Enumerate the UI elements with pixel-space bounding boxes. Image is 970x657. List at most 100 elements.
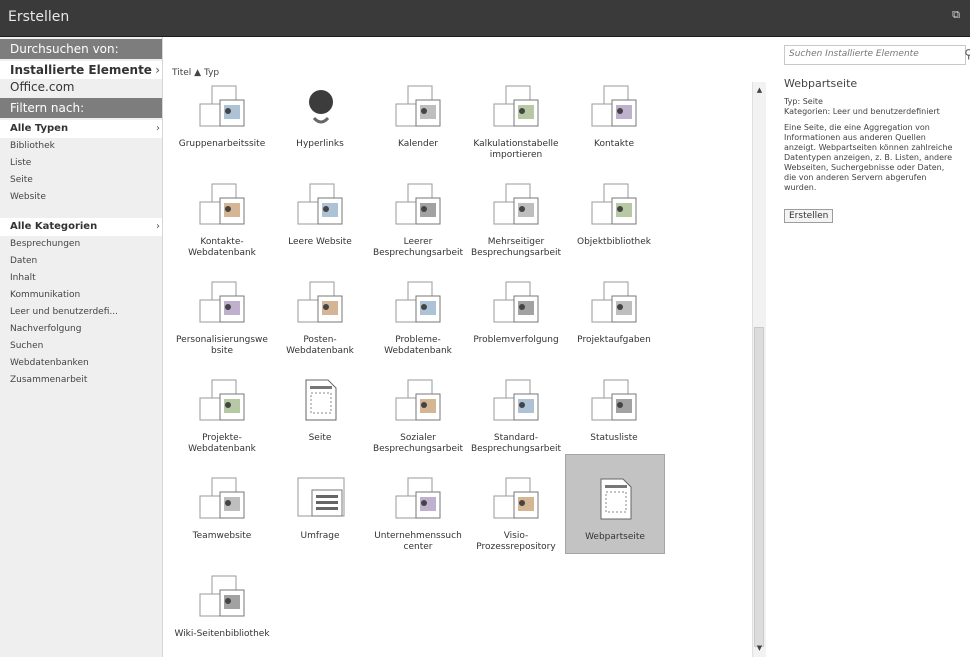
tile-issues-web-database[interactable]: Probleme-Webdatenbank xyxy=(369,258,467,356)
tile-status-list[interactable]: Statusliste xyxy=(565,356,663,454)
tile-issue-tracking[interactable]: Problemverfolgung xyxy=(467,258,565,356)
filter-category-item[interactable]: Zusammenarbeit xyxy=(0,372,162,389)
calendar-icon xyxy=(394,84,444,128)
tile-asset-library[interactable]: Objektbibliothek xyxy=(565,160,663,258)
filter-category-item[interactable]: Besprechungen xyxy=(0,236,162,253)
contacts-web-database-icon xyxy=(198,182,248,226)
tile-label: Standard-Besprechungsarbeit xyxy=(470,433,562,454)
chevron-right-icon: › xyxy=(156,221,160,232)
tile-basic-meeting-workspace[interactable]: Standard-Besprechungsarbeit xyxy=(467,356,565,454)
tile-blank-site[interactable]: Leere Website xyxy=(271,160,369,258)
tile-page[interactable]: Seite xyxy=(271,356,369,454)
tile-label: Kontakte xyxy=(594,139,634,149)
filter-type-item[interactable]: Seite xyxy=(0,172,162,189)
tile-multipage-meeting-workspace[interactable]: Mehrseitiger Besprechungsarbeit xyxy=(467,160,565,258)
tile-calendar[interactable]: Kalender xyxy=(369,82,467,160)
tile-charitable-web-database[interactable]: Posten-Webdatenbank xyxy=(271,258,369,356)
tile-label: Personalisierungswe bsite xyxy=(176,335,268,356)
restore-icon[interactable]: ⧉ xyxy=(952,8,960,22)
filter-all-categories[interactable]: Alle Kategorien › xyxy=(0,218,162,236)
tile-label: Problemverfolgung xyxy=(473,335,559,345)
sort-title-link[interactable]: Titel xyxy=(172,68,191,78)
issues-web-database-icon xyxy=(394,280,444,324)
filter-type-item[interactable]: Liste xyxy=(0,155,162,172)
tile-label: Posten-Webdatenbank xyxy=(286,335,354,356)
tile-social-meeting-workspace[interactable]: Sozialer Besprechungsarbeit xyxy=(369,356,467,454)
details-pane: Suchen Installierte Elemente ⚲ Webpartse… xyxy=(776,37,970,657)
blank-meeting-workspace-icon xyxy=(394,182,444,226)
sort-ascending-icon: ▲ xyxy=(194,68,202,78)
tile-label: Kalender xyxy=(398,139,438,149)
tile-visio-repository[interactable]: Visio-Prozessrepository xyxy=(467,454,565,552)
create-button[interactable]: Erstellen xyxy=(784,209,834,223)
multipage-meeting-workspace-icon xyxy=(492,182,542,226)
filter-type-item[interactable]: Website xyxy=(0,189,162,206)
tile-label: Gruppenarbeitssite xyxy=(178,139,266,149)
social-meeting-workspace-icon xyxy=(394,378,444,422)
tile-team-site[interactable]: Teamwebsite xyxy=(173,454,271,552)
web-part-page-icon xyxy=(591,477,641,521)
tile-label: Leerer Besprechungsarbeit xyxy=(372,237,464,258)
tile-import-spreadsheet[interactable]: Kalkulationstabelle importieren xyxy=(467,82,565,160)
tile-contacts-web-database[interactable]: Kontakte-Webdatenbank xyxy=(173,160,271,258)
browse-installed-label: Installierte Elemente xyxy=(10,63,152,77)
filter-category-item[interactable]: Webdatenbanken xyxy=(0,355,162,372)
chevron-right-icon: › xyxy=(155,63,160,77)
search-placeholder: Suchen Installierte Elemente xyxy=(789,49,919,59)
team-site-icon xyxy=(198,476,248,520)
details-description: Eine Seite, die eine Aggregation von Inf… xyxy=(784,123,953,192)
scroll-up-arrow-icon[interactable]: ▲ xyxy=(753,85,766,96)
vertical-scrollbar[interactable]: ▲ ▼ xyxy=(752,82,766,657)
tile-label: Webpartseite xyxy=(585,532,645,542)
filter-category-item[interactable]: Kommunikation xyxy=(0,287,162,304)
search-input[interactable]: Suchen Installierte Elemente ⚲ xyxy=(784,45,970,65)
tile-label: Kalkulationstabelle importieren xyxy=(473,139,559,160)
filter-type-item[interactable]: Bibliothek xyxy=(0,138,162,155)
scroll-thumb[interactable] xyxy=(754,327,764,647)
page-icon xyxy=(296,378,346,422)
tile-survey[interactable]: Umfrage xyxy=(271,454,369,552)
group-work-site-icon xyxy=(198,84,248,128)
filter-all-types[interactable]: Alle Typen › xyxy=(0,120,162,138)
tile-wiki-page-library[interactable]: Wiki-Seitenbibliothek xyxy=(173,552,271,650)
tile-enterprise-search-center[interactable]: Unternehmenssuch center xyxy=(369,454,467,552)
chevron-right-icon: › xyxy=(156,123,160,134)
filter-category-item[interactable]: Inhalt xyxy=(0,270,162,287)
status-list-icon xyxy=(590,378,640,422)
tile-label: Projektaufgaben xyxy=(577,335,651,345)
tile-label: Wiki-Seitenbibliothek xyxy=(174,629,270,639)
browse-header: Durchsuchen von: xyxy=(0,39,162,59)
tile-label: Leere Website xyxy=(288,237,352,247)
tile-label: Sozialer Besprechungsarbeit xyxy=(372,433,464,454)
tile-projects-web-database[interactable]: Projekte-Webdatenbank xyxy=(173,356,271,454)
tile-personalization-site[interactable]: Personalisierungswe bsite xyxy=(173,258,271,356)
tile-blank-meeting-workspace[interactable]: Leerer Besprechungsarbeit xyxy=(369,160,467,258)
issue-tracking-icon xyxy=(492,280,542,324)
filter-category-item[interactable]: Daten xyxy=(0,253,162,270)
tile-contacts[interactable]: Kontakte xyxy=(565,82,663,160)
details-category: Kategorien: Leer und benutzerdefiniert xyxy=(784,107,940,116)
tile-web-part-page[interactable]: Webpartseite xyxy=(565,454,665,554)
tile-label: Projekte-Webdatenbank xyxy=(188,433,256,454)
survey-icon xyxy=(296,476,346,520)
tile-project-tasks[interactable]: Projektaufgaben xyxy=(565,258,663,356)
browse-office-com[interactable]: Office.com xyxy=(0,79,162,96)
import-spreadsheet-icon xyxy=(492,84,542,128)
blank-site-icon xyxy=(296,182,346,226)
scroll-down-arrow-icon[interactable]: ▼ xyxy=(753,643,766,654)
hyperlinks-icon xyxy=(296,84,346,128)
tile-group-work-site[interactable]: Gruppenarbeitssite xyxy=(173,82,271,160)
tile-label: Kontakte-Webdatenbank xyxy=(188,237,256,258)
filter-header: Filtern nach: xyxy=(0,98,162,118)
search-icon[interactable]: ⚲ xyxy=(964,47,970,61)
filter-category-item[interactable]: Nachverfolgung xyxy=(0,321,162,338)
tile-label: Unternehmenssuch center xyxy=(374,531,462,552)
sort-type-link[interactable]: Typ xyxy=(204,68,219,78)
filter-category-item[interactable]: Leer und benutzerdefi... xyxy=(0,304,162,321)
items-gallery: Gruppenarbeitssite Hyperlinks Kalender Kalk… xyxy=(165,82,743,657)
tile-hyperlinks[interactable]: Hyperlinks xyxy=(271,82,369,160)
sort-bar: Titel ▲ Typ xyxy=(172,68,219,78)
browse-installed-items[interactable]: Installierte Elemente › xyxy=(0,61,162,79)
filter-all-categories-label: Alle Kategorien xyxy=(10,221,98,232)
filter-category-item[interactable]: Suchen xyxy=(0,338,162,355)
